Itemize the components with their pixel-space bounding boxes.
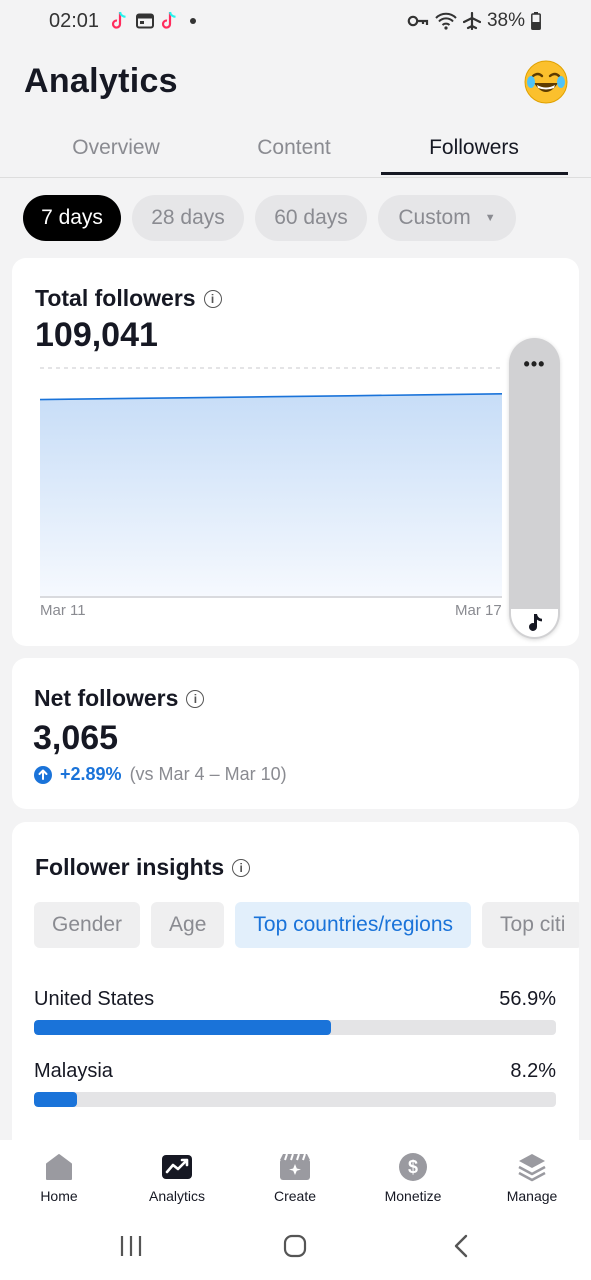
net-followers-card: Net followers i 3,065 +2.89% (vs Mar 4 –…	[12, 658, 579, 809]
nav-manage-label: Manage	[506, 1188, 558, 1204]
tiktok-notification-icon	[111, 11, 126, 29]
recent-apps-icon[interactable]	[119, 1234, 143, 1258]
airplane-mode-icon	[462, 12, 481, 30]
battery-percent: 38%	[486, 10, 525, 31]
follower-insights-title: Follower insights	[35, 854, 225, 880]
total-followers-chart	[40, 367, 502, 598]
more-options-icon[interactable]: •••	[509, 354, 560, 375]
tab-overview[interactable]: Overview	[26, 136, 206, 160]
x-tick-label-end: Mar 17	[455, 602, 502, 619]
music-note-icon[interactable]	[511, 609, 558, 637]
status-time: 02:01	[49, 10, 100, 32]
net-followers-value: 3,065	[33, 719, 119, 757]
country-name: United States	[34, 988, 155, 1010]
chip-gender[interactable]: Gender	[34, 902, 141, 948]
country-percent: 56.9%	[499, 988, 556, 1010]
calendar-notification-icon	[136, 13, 154, 29]
filter-7-days[interactable]: 7 days	[23, 195, 121, 241]
chip-top-cities[interactable]: Top citi	[482, 902, 579, 948]
home-icon	[43, 1152, 75, 1182]
net-followers-delta: +2.89% (vs Mar 4 – Mar 10)	[34, 764, 287, 785]
nav-analytics[interactable]: Analytics	[122, 1152, 232, 1204]
delta-compare-period: (vs Mar 4 – Mar 10)	[129, 764, 287, 784]
filter-28-days[interactable]: 28 days	[132, 195, 244, 241]
country-bar-fill	[34, 1092, 77, 1107]
nav-monetize[interactable]: $ Monetize	[358, 1152, 468, 1204]
tab-content[interactable]: Content	[204, 136, 384, 160]
header: Analytics	[0, 44, 591, 124]
floating-tiktok-widget[interactable]: •••	[509, 338, 560, 639]
total-followers-value: 109,041	[35, 316, 158, 354]
nav-monetize-label: Monetize	[384, 1188, 442, 1204]
filter-custom[interactable]: Custom ▼	[378, 195, 516, 241]
wifi-icon	[435, 12, 457, 30]
active-tab-indicator	[381, 172, 568, 175]
chip-top-countries[interactable]: Top countries/regions	[235, 902, 472, 948]
info-icon[interactable]: i	[186, 689, 205, 708]
more-notifications-dot-icon	[190, 18, 196, 24]
back-icon[interactable]	[452, 1234, 470, 1258]
insight-chips: Gender Age Top countries/regions Top cit…	[34, 902, 579, 948]
caret-down-icon: ▼	[484, 212, 496, 224]
country-bar-track	[34, 1020, 556, 1035]
tiktok-notification-icon-2	[161, 11, 176, 29]
analytics-tabs: Overview Content Followers	[0, 124, 591, 178]
analytics-icon	[161, 1152, 193, 1182]
total-followers-title: Total followers	[35, 285, 196, 311]
tab-followers[interactable]: Followers	[384, 136, 564, 160]
dollar-icon: $	[397, 1152, 429, 1182]
filter-custom-label: Custom	[398, 206, 471, 229]
country-percent: 8.2%	[510, 1060, 556, 1082]
total-followers-card: Total followers i 109,041 Mar 11 Mar 17	[12, 258, 579, 646]
bottom-navigation: Home Analytics Create $ Monetize Manage	[0, 1140, 591, 1212]
x-tick-label-start: Mar 11	[40, 602, 86, 619]
country-bar-fill	[34, 1020, 332, 1035]
nav-home[interactable]: Home	[4, 1152, 114, 1204]
page-title: Analytics	[24, 62, 178, 100]
country-name: Malaysia	[34, 1060, 113, 1082]
arrow-up-icon	[34, 765, 52, 784]
vpn-key-icon	[407, 15, 429, 27]
info-icon[interactable]: i	[232, 858, 251, 877]
nav-create[interactable]: Create	[240, 1152, 350, 1204]
battery-icon	[531, 12, 541, 30]
country-bar-track	[34, 1092, 556, 1107]
nav-analytics-label: Analytics	[148, 1188, 206, 1204]
laughing-emoji-icon[interactable]	[524, 60, 568, 104]
create-icon	[279, 1152, 311, 1182]
nav-create-label: Create	[273, 1188, 317, 1204]
follower-insights-card: Follower insights i Gender Age Top count…	[12, 822, 579, 1152]
layers-icon	[516, 1152, 548, 1182]
net-followers-title: Net followers	[34, 685, 179, 711]
chip-age[interactable]: Age	[151, 902, 225, 948]
status-bar: 02:01 38%	[0, 0, 591, 44]
delta-percent: +2.89%	[60, 764, 122, 784]
system-navigation-bar	[0, 1212, 591, 1280]
nav-manage[interactable]: Manage	[477, 1152, 587, 1204]
followers-area-fill	[40, 393, 502, 598]
info-icon[interactable]: i	[203, 289, 222, 308]
nav-home-label: Home	[40, 1188, 78, 1204]
filter-60-days[interactable]: 60 days	[255, 195, 367, 241]
home-button-icon[interactable]	[283, 1234, 307, 1258]
svg-text:$: $	[408, 1157, 418, 1177]
date-range-filters: 7 days 28 days 60 days Custom ▼	[23, 195, 516, 241]
